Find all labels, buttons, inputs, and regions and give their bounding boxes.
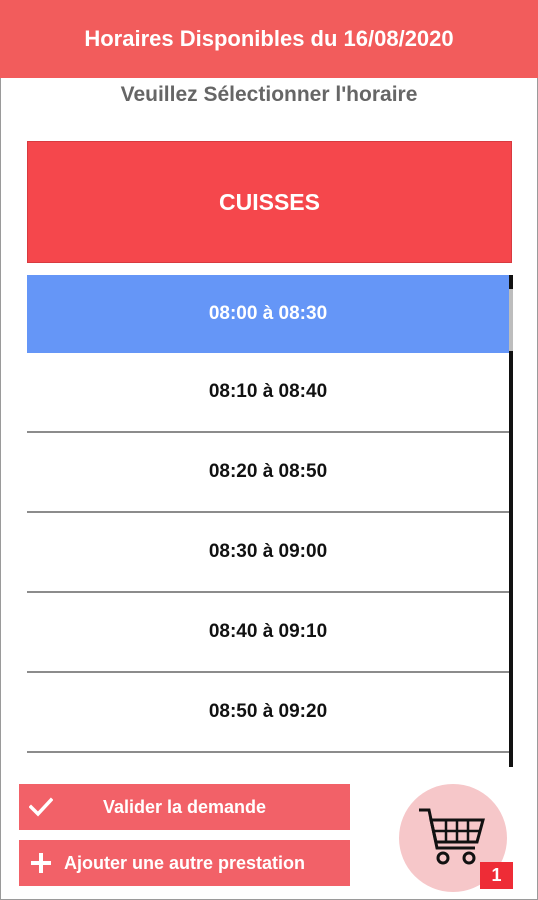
time-slot-label: 08:10 à 08:40 [208,381,328,402]
time-slot-label: 08:40 à 09:10 [208,621,328,642]
time-slot[interactable]: 08:20 à 08:50 [27,433,509,513]
add-service-label: Ajouter une autre prestation [63,852,306,873]
time-slot-selected[interactable]: 08:00 à 08:30 [27,275,509,353]
service-banner: CUISSES [27,141,512,263]
scrollbar-thumb[interactable] [509,289,513,351]
slot-list-scrollbar[interactable] [509,275,513,767]
time-slot-label: 08:50 à 09:20 [208,701,328,722]
time-slot[interactable]: 08:30 à 09:00 [27,513,509,593]
check-icon [23,784,59,830]
add-service-button[interactable]: Ajouter une autre prestation [19,840,350,886]
service-name: CUISSES [219,188,320,215]
validate-request-button[interactable]: Valider la demande [19,784,350,830]
time-slot-list[interactable]: 08:00 à 08:30 08:10 à 08:40 08:20 à 08:5… [27,275,509,767]
time-slot[interactable]: 08:40 à 09:10 [27,593,509,673]
cart-count-badge: 1 [480,862,513,889]
time-slot-label: 08:30 à 09:00 [208,541,328,562]
page-header: Horaires Disponibles du 16/08/2020 [0,0,538,78]
plus-icon [23,840,59,886]
time-slot-label: 08:00 à 08:30 [208,303,328,324]
time-slot[interactable]: 08:50 à 09:20 [27,673,509,753]
instruction-text: Veuillez Sélectionner l'horaire [120,83,418,106]
page-title: Horaires Disponibles du 16/08/2020 [84,26,454,51]
time-slot[interactable] [27,753,509,767]
time-slot-label: 08:20 à 08:50 [208,461,328,482]
time-slot[interactable]: 08:10 à 08:40 [27,353,509,433]
shopping-cart-icon [419,808,485,865]
validate-request-label: Valider la demande [102,796,267,817]
